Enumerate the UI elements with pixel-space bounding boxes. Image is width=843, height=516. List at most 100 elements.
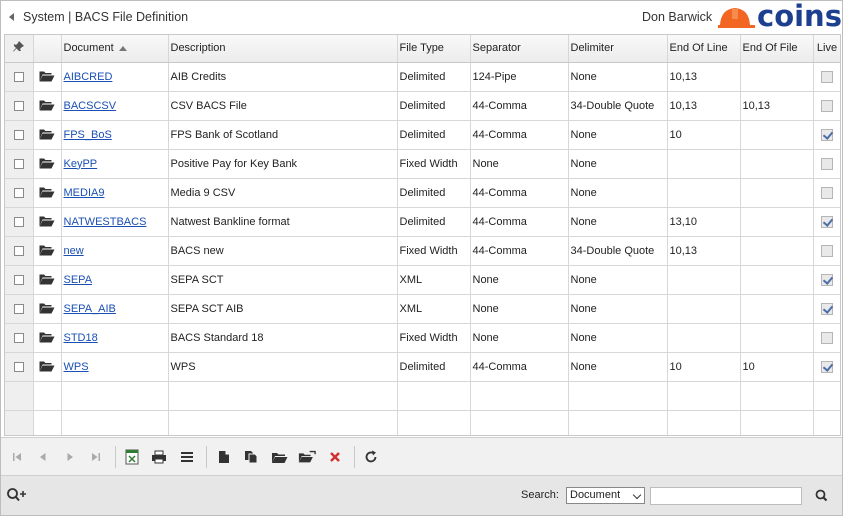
toolbar-separator	[354, 446, 355, 468]
column-header-end-of-file[interactable]: End Of File	[740, 35, 814, 63]
row-select-checkbox[interactable]	[5, 62, 34, 92]
open-folder-icon[interactable]	[33, 352, 62, 382]
document-link[interactable]: KeyPP	[64, 158, 98, 170]
open-folder-icon[interactable]	[270, 448, 288, 466]
last-page-icon[interactable]	[87, 448, 105, 466]
document-link[interactable]: AIBCRED	[64, 71, 113, 83]
row-select-checkbox[interactable]	[5, 91, 34, 121]
hard-hat-icon	[718, 8, 755, 28]
cell-delimiter: None	[568, 294, 668, 324]
open-folder-icon[interactable]	[33, 91, 62, 121]
column-header-file-type[interactable]: File Type	[397, 35, 471, 63]
cell-document[interactable]: WPS	[61, 352, 169, 382]
empty-row	[5, 381, 840, 411]
search-input[interactable]	[650, 487, 802, 505]
document-link[interactable]: NATWESTBACS	[64, 216, 147, 228]
row-select-checkbox[interactable]	[5, 236, 34, 266]
column-header-delimiter[interactable]: Delimiter	[568, 35, 668, 63]
document-link[interactable]: BACSCSV	[64, 100, 117, 112]
document-link[interactable]: STD18	[64, 332, 98, 344]
table-row[interactable]: STD18 BACS Standard 18 Fixed Width None None	[5, 323, 840, 353]
search-field-select[interactable]: Document	[566, 487, 645, 504]
column-label-document: Document	[63, 42, 114, 55]
document-link[interactable]: FPS_BoS	[64, 129, 112, 141]
column-header-description[interactable]: Description	[168, 35, 398, 63]
refresh-icon[interactable]	[362, 448, 380, 466]
column-header-separator[interactable]: Separator	[470, 35, 569, 63]
cell-document[interactable]: MEDIA9	[61, 178, 169, 208]
open-folder-icon[interactable]	[33, 178, 62, 208]
copy-document-icon[interactable]	[242, 448, 260, 466]
column-header-live[interactable]: Live	[813, 35, 840, 63]
table-row[interactable]: WPS WPS Delimited 44-Comma None 10 10	[5, 352, 840, 382]
cell-end-of-line: 10,13	[667, 62, 741, 92]
cell-separator: 44-Comma	[470, 207, 569, 237]
delete-icon[interactable]	[326, 448, 344, 466]
table-row[interactable]: SEPA_AIB SEPA SCT AIB XML None None	[5, 294, 840, 324]
document-link[interactable]: MEDIA9	[64, 187, 105, 199]
row-select-checkbox[interactable]	[5, 178, 34, 208]
row-select-checkbox[interactable]	[5, 323, 34, 353]
search-icon[interactable]	[811, 486, 833, 506]
open-folder-icon[interactable]	[33, 120, 62, 150]
table-row[interactable]: NATWESTBACS Natwest Bankline format Delimi…	[5, 207, 840, 237]
cell-document[interactable]: NATWESTBACS	[61, 207, 169, 237]
live-checkbox	[821, 331, 833, 344]
cell-document[interactable]: AIBCRED	[61, 62, 169, 92]
cell-document[interactable]: SEPA_AIB	[61, 294, 169, 324]
cell-delimiter: None	[568, 120, 668, 150]
row-select-checkbox[interactable]	[5, 149, 34, 179]
document-link[interactable]: new	[64, 245, 84, 257]
document-link[interactable]: SEPA_AIB	[64, 303, 116, 315]
cell-live	[813, 178, 840, 208]
open-folder-icon[interactable]	[33, 62, 62, 92]
list-view-icon[interactable]	[178, 448, 196, 466]
live-checkbox	[821, 186, 833, 199]
cell-document[interactable]: KeyPP	[61, 149, 169, 179]
cell-description: Natwest Bankline format	[168, 207, 398, 237]
row-select-checkbox[interactable]	[5, 207, 34, 237]
row-select-checkbox[interactable]	[5, 352, 34, 382]
row-select-checkbox[interactable]	[5, 265, 34, 295]
first-page-icon[interactable]	[8, 448, 26, 466]
table-row[interactable]: BACSCSV CSV BACS File Delimited 44-Comma 34-…	[5, 91, 840, 121]
column-header-document[interactable]: Document	[61, 35, 169, 63]
table-row[interactable]: KeyPP Positive Pay for Key Bank Fixed Widt…	[5, 149, 840, 179]
cell-document[interactable]: FPS_BoS	[61, 120, 169, 150]
cell-delimiter: None	[568, 62, 668, 92]
cell-document[interactable]: BACSCSV	[61, 91, 169, 121]
open-folder-icon[interactable]	[33, 265, 62, 295]
table-row[interactable]: FPS_BoS FPS Bank of Scotland Delimited 44-C…	[5, 120, 840, 150]
column-header-end-of-line[interactable]: End Of Line	[667, 35, 741, 63]
open-folder-icon[interactable]	[33, 207, 62, 237]
pin-column-header[interactable]	[5, 35, 34, 63]
new-document-icon[interactable]	[215, 448, 233, 466]
open-folder-icon[interactable]	[33, 294, 62, 324]
cell-document[interactable]: SEPA	[61, 265, 169, 295]
row-select-checkbox[interactable]	[5, 120, 34, 150]
previous-page-icon[interactable]	[34, 448, 52, 466]
empty-row	[5, 410, 840, 435]
document-link[interactable]: WPS	[64, 361, 89, 373]
user-name[interactable]: Don Barwick	[642, 10, 712, 24]
open-record-icon[interactable]	[298, 448, 316, 466]
table-row[interactable]: AIBCRED AIB Credits Delimited 124-Pipe None 1…	[5, 62, 840, 92]
row-select-checkbox[interactable]	[5, 294, 34, 324]
document-link[interactable]: SEPA	[64, 274, 93, 286]
export-excel-icon[interactable]	[123, 448, 141, 466]
cell-live	[813, 207, 840, 237]
print-icon[interactable]	[150, 448, 168, 466]
open-folder-icon[interactable]	[33, 149, 62, 179]
open-folder-icon[interactable]	[33, 236, 62, 266]
open-folder-icon[interactable]	[33, 323, 62, 353]
table-row[interactable]: new BACS new Fixed Width 44-Comma 34-Double …	[5, 236, 840, 266]
cell-end-of-line: 10	[667, 352, 741, 382]
cell-description: AIB Credits	[168, 62, 398, 92]
add-filter-icon[interactable]	[6, 487, 28, 505]
cell-document[interactable]: new	[61, 236, 169, 266]
back-arrow-icon[interactable]	[9, 13, 14, 21]
next-page-icon[interactable]	[61, 448, 79, 466]
table-row[interactable]: MEDIA9 Media 9 CSV Delimited 44-Comma None	[5, 178, 840, 208]
cell-document[interactable]: STD18	[61, 323, 169, 353]
table-row[interactable]: SEPA SEPA SCT XML None None	[5, 265, 840, 295]
